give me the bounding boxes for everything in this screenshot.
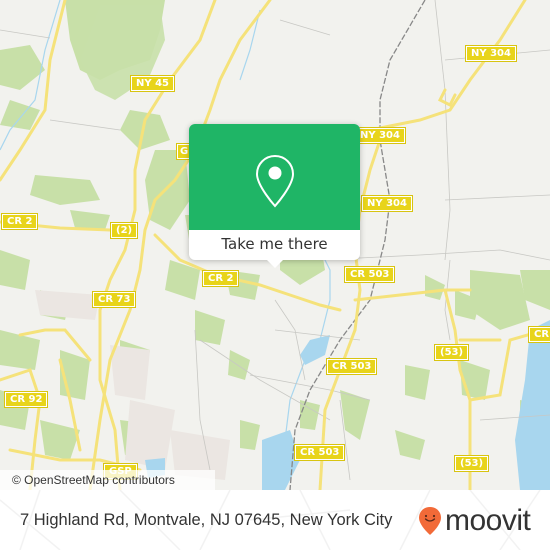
road-shield-cr73: CR 73 bbox=[91, 291, 137, 308]
road-shield-cr503: CR 503 bbox=[325, 358, 378, 375]
road-shield-cr92: CR 92 bbox=[3, 391, 49, 408]
popup-pointer bbox=[266, 259, 284, 268]
road-shield-cr2: CR 2 bbox=[201, 270, 240, 287]
location-pin-icon bbox=[255, 154, 295, 208]
road-shield-cr: CR bbox=[527, 326, 550, 343]
brand-name: moovit bbox=[445, 504, 531, 537]
moovit-logo[interactable]: moovit bbox=[418, 504, 531, 538]
road-shield-ny304: NY 304 bbox=[465, 45, 517, 62]
road-shield-cr503: CR 503 bbox=[343, 266, 396, 283]
address-text: 7 Highland Rd, Montvale, NJ 07645, New Y… bbox=[20, 511, 393, 529]
take-me-there-button[interactable]: Take me there bbox=[189, 230, 360, 260]
map-view[interactable]: NY 45 G NY 304 NY 304 NY 304 CR 2 (2) CR… bbox=[0, 0, 550, 490]
moovit-pin-icon bbox=[419, 507, 441, 535]
road-shield-route2: (2) bbox=[109, 222, 139, 239]
road-shield-ny304: NY 304 bbox=[361, 195, 413, 212]
road-shield-cr2: CR 2 bbox=[0, 213, 39, 230]
map-attribution[interactable]: © OpenStreetMap contributors bbox=[0, 470, 215, 490]
road-shield-ny304: NY 304 bbox=[354, 127, 406, 144]
footer-bar: 7 Highland Rd, Montvale, NJ 07645, New Y… bbox=[0, 490, 550, 550]
popup-header bbox=[189, 124, 360, 230]
road-shield-route53: (53) bbox=[453, 455, 490, 472]
road-shield-ny45: NY 45 bbox=[129, 75, 176, 92]
road-shield-route53: (53) bbox=[433, 344, 470, 361]
location-popup: Take me there bbox=[189, 124, 360, 268]
road-shield-cr503: CR 503 bbox=[293, 444, 346, 461]
